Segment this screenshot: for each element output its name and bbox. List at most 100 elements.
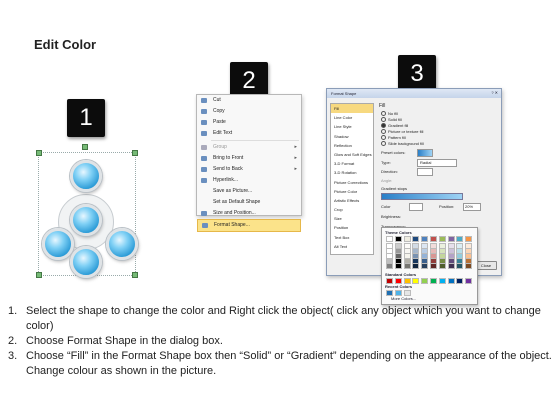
sidebar-item-size[interactable]: Size	[331, 214, 373, 223]
resize-handle[interactable]	[132, 150, 138, 156]
color-swatch[interactable]	[386, 236, 393, 242]
fill-option-slide-background[interactable]: Slide background fill	[381, 141, 424, 147]
menu-item-copy[interactable]: Copy	[197, 106, 301, 117]
sidebar-item-artistic-effects[interactable]: Artistic Effects	[331, 196, 373, 205]
paste-icon	[201, 120, 207, 125]
instruction-step: 1. Select the shape to change the color …	[8, 305, 541, 332]
color-swatch[interactable]	[403, 278, 411, 284]
dialog-window-controls[interactable]: ? ✕	[491, 90, 498, 95]
sidebar-item-position[interactable]: Position	[331, 223, 373, 232]
sidebar-item-line-color[interactable]: Line Color	[331, 113, 373, 122]
circle-right[interactable]	[106, 228, 138, 260]
menu-item-send-to-back[interactable]: Send to Back ▸	[197, 164, 301, 175]
circle-bottom[interactable]	[70, 246, 102, 278]
sidebar-item-reflection[interactable]: Reflection	[331, 141, 373, 150]
submenu-arrow-icon: ▸	[294, 155, 297, 161]
direction-dropdown[interactable]	[417, 168, 433, 176]
type-select[interactable]: Radial	[417, 159, 457, 167]
color-swatch[interactable]	[386, 290, 393, 296]
color-swatch[interactable]	[394, 263, 402, 269]
menu-item-cut[interactable]: Cut	[197, 95, 301, 106]
sidebar-item-picture-color[interactable]: Picture Color	[331, 187, 373, 196]
format-shape-icon	[202, 223, 208, 228]
menu-separator	[211, 140, 299, 141]
menu-item-hyperlink[interactable]: Hyperlink...	[197, 175, 301, 186]
color-swatch[interactable]	[456, 263, 464, 269]
color-swatch[interactable]	[403, 236, 411, 242]
preset-colors-dropdown[interactable]	[417, 149, 433, 157]
color-swatch[interactable]	[438, 278, 446, 284]
color-swatch[interactable]	[456, 278, 464, 284]
sidebar-item-3d-rotation[interactable]: 3-D Rotation	[331, 168, 373, 177]
sidebar-item-3d-format[interactable]: 3-D Format	[331, 159, 373, 168]
color-swatch[interactable]	[438, 263, 446, 269]
color-swatch[interactable]	[465, 263, 473, 269]
circle-top[interactable]	[70, 160, 102, 192]
color-swatch[interactable]	[430, 236, 437, 242]
sidebar-item-glow[interactable]: Glow and Soft Edges	[331, 150, 373, 159]
color-swatch[interactable]	[421, 263, 429, 269]
circle-left[interactable]	[42, 228, 74, 260]
resize-handle[interactable]	[36, 150, 42, 156]
color-swatch[interactable]	[438, 236, 446, 242]
color-swatch[interactable]	[430, 278, 437, 284]
color-swatch[interactable]	[386, 263, 393, 269]
color-swatch[interactable]	[394, 278, 402, 284]
menu-item-format-shape[interactable]: Format Shape...	[197, 219, 301, 232]
more-colors-link[interactable]: More Colors...	[391, 296, 416, 301]
sidebar-item-crop[interactable]: Crop	[331, 205, 373, 214]
brightness-label: Brightness:	[381, 214, 402, 219]
sidebar-item-picture-corrections[interactable]: Picture Corrections	[331, 178, 373, 187]
color-swatch[interactable]	[447, 236, 455, 242]
instruction-step: 3. Choose “Fill” in the Format Shape box…	[8, 350, 552, 377]
color-swatch[interactable]	[412, 263, 420, 269]
submenu-arrow-icon: ▸	[294, 144, 297, 150]
fill-option-gradient[interactable]: Gradient fill	[381, 123, 408, 129]
color-swatch[interactable]	[386, 278, 393, 284]
sidebar-item-alt-text[interactable]: Alt Text	[331, 242, 373, 251]
menu-item-save-as-picture[interactable]: Save as Picture...	[197, 186, 301, 197]
sidebar-item-fill[interactable]: Fill	[331, 104, 373, 114]
fill-option-picture[interactable]: Picture or texture fill	[381, 129, 423, 135]
fill-option-no-fill[interactable]: No fill	[381, 111, 398, 117]
color-dropdown[interactable]	[409, 203, 423, 211]
resize-handle[interactable]	[132, 272, 138, 278]
circle-center[interactable]	[70, 204, 102, 236]
group-icon	[201, 145, 207, 150]
sidebar-item-line-style[interactable]: Line Style	[331, 122, 373, 131]
recent-colors-title: Recent Colors	[385, 284, 413, 289]
color-swatch[interactable]	[394, 290, 402, 296]
fill-option-pattern[interactable]: Pattern fill	[381, 135, 406, 141]
gradient-stops-bar[interactable]	[381, 193, 463, 200]
close-button[interactable]: Close	[475, 261, 497, 270]
fill-option-solid[interactable]: Solid fill	[381, 117, 402, 123]
color-swatch[interactable]	[403, 263, 411, 269]
color-swatch[interactable]	[394, 236, 402, 242]
menu-item-bring-to-front[interactable]: Bring to Front ▸	[197, 153, 301, 164]
menu-item-paste[interactable]: Paste	[197, 117, 301, 128]
sidebar-item-text-box[interactable]: Text Box	[331, 233, 373, 242]
color-swatch[interactable]	[447, 263, 455, 269]
color-swatch[interactable]	[456, 236, 464, 242]
menu-item-set-default-shape[interactable]: Set as Default Shape	[197, 197, 301, 208]
menu-item-group[interactable]: Group ▸	[197, 142, 301, 153]
position-input[interactable]: 20%	[463, 203, 481, 211]
rotate-handle[interactable]	[82, 144, 88, 150]
color-swatch[interactable]	[412, 278, 420, 284]
theme-colors-title: Theme Colors	[385, 230, 412, 235]
color-swatch[interactable]	[465, 236, 473, 242]
color-swatch[interactable]	[403, 290, 411, 296]
sidebar-item-shadow[interactable]: Shadow	[331, 132, 373, 141]
color-swatch[interactable]	[430, 263, 437, 269]
copy-icon	[201, 109, 207, 114]
color-swatch[interactable]	[412, 236, 420, 242]
menu-item-size-position[interactable]: Size and Position...	[197, 208, 301, 219]
menu-item-edit-text[interactable]: Edit Text	[197, 128, 301, 139]
color-swatch[interactable]	[421, 236, 429, 242]
instructions-list: 1. Select the shape to change the color …	[8, 304, 553, 379]
resize-handle[interactable]	[36, 272, 42, 278]
standard-colors-title: Standard Colors	[385, 272, 417, 277]
color-swatch[interactable]	[465, 278, 473, 284]
color-swatch[interactable]	[447, 278, 455, 284]
color-swatch[interactable]	[421, 278, 429, 284]
